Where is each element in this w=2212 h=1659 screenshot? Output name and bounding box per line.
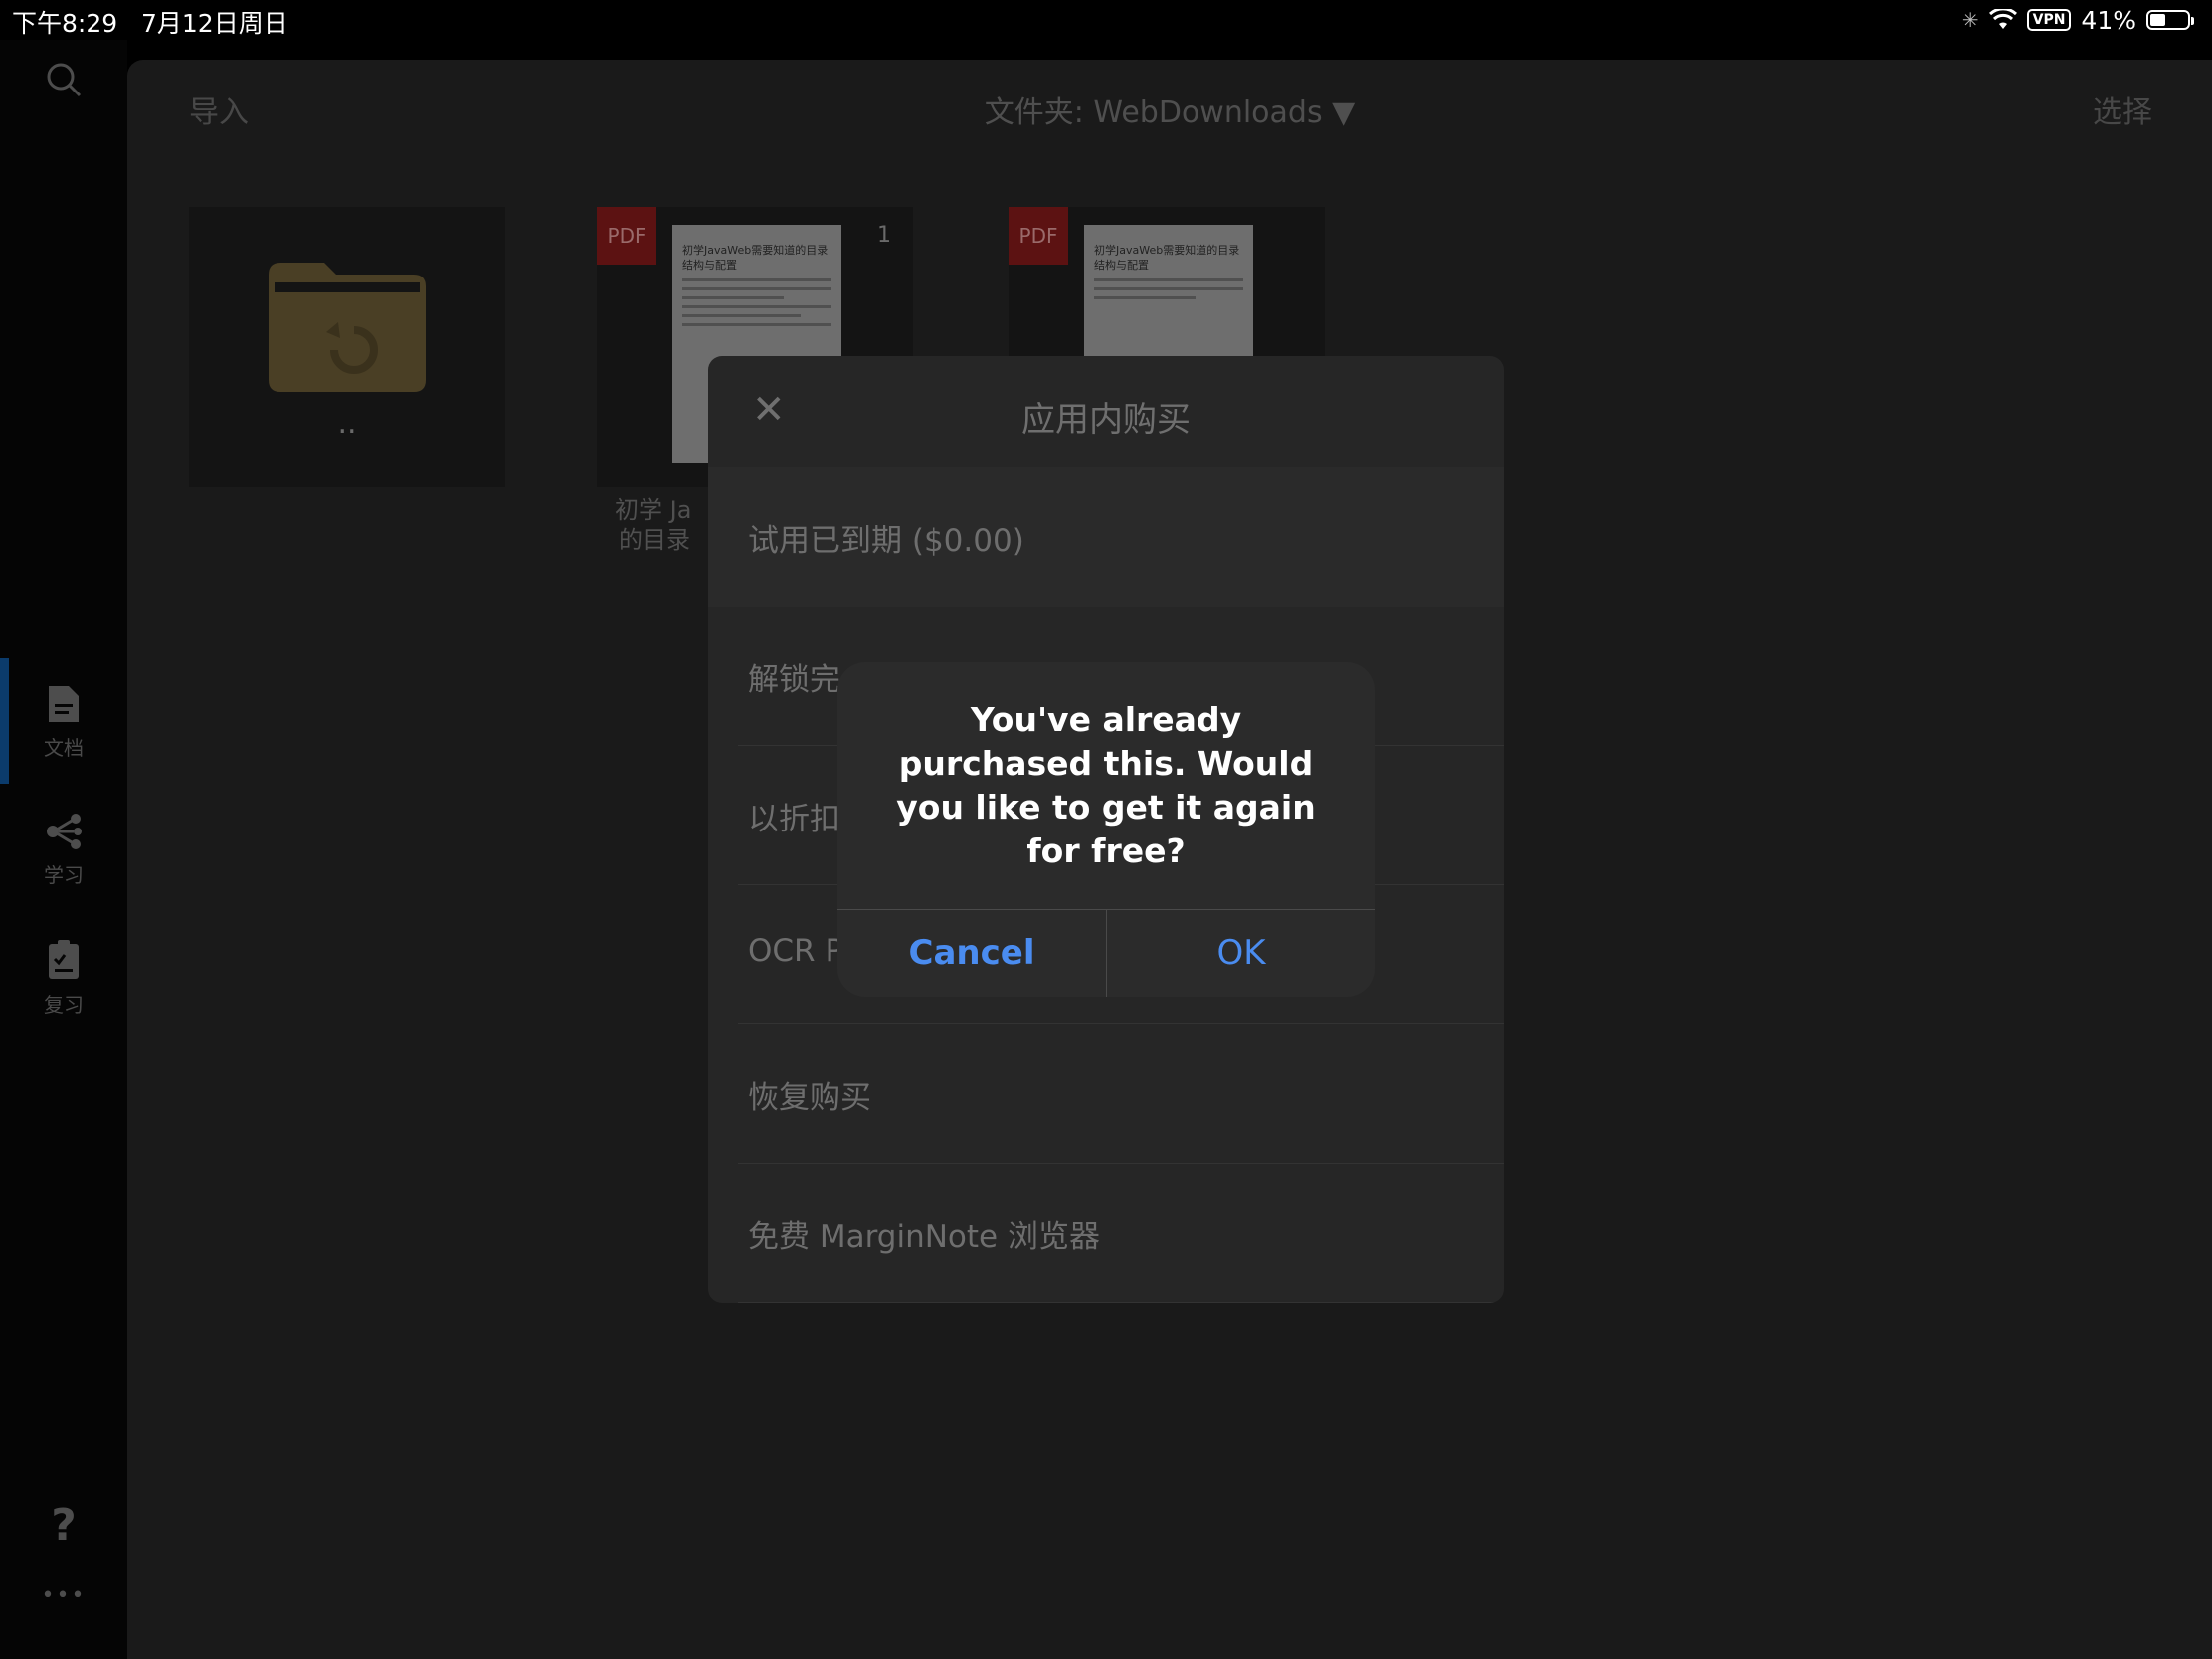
status-time: 下午8:29 7月12日周日 xyxy=(12,4,288,40)
mindmap-icon xyxy=(47,814,82,849)
thumbnail-line xyxy=(1094,278,1243,281)
battery-icon xyxy=(2146,10,2194,30)
row-label: 免费 MarginNote 浏览器 xyxy=(748,1219,1100,1255)
thumbnail-line xyxy=(1094,296,1196,299)
sheet-title: 应用内购买 xyxy=(1021,400,1191,440)
row-label: OCR P xyxy=(748,933,844,969)
page-count: 1 xyxy=(877,223,891,248)
sidebar-item-study[interactable]: 学习 xyxy=(0,812,127,888)
parent-folder-tile[interactable]: .. xyxy=(189,207,505,487)
more-button[interactable]: ••• xyxy=(0,1583,127,1608)
folder-back-icon xyxy=(269,263,426,392)
thumbnail-title: 初学JavaWeb需要知道的目录结构与配置 xyxy=(1094,244,1240,272)
wifi-icon xyxy=(1988,9,2017,29)
top-bar: 导入 文件夹: WebDownloads ▼ 选择 xyxy=(127,60,2212,151)
ok-button[interactable]: OK xyxy=(1107,910,1375,997)
purchase-row-restore[interactable]: 恢复购买 xyxy=(708,1024,1504,1164)
loading-icon: ✳ xyxy=(1961,8,1979,32)
review-clipboard-icon xyxy=(49,940,79,979)
sheet-header: ✕ 应用内购买 xyxy=(708,356,1504,468)
alert-message: You've already purchased this. Would you… xyxy=(896,700,1316,870)
time-text: 下午8:29 xyxy=(12,9,118,38)
purchase-row-trial[interactable]: 试用已到期 ($0.00) xyxy=(708,467,1504,607)
sidebar: 文档 学习 复习 ? ••• xyxy=(0,40,127,1659)
help-button[interactable]: ? xyxy=(0,1500,127,1551)
caption-line: 初学 Ja xyxy=(615,496,692,524)
battery-fill xyxy=(2150,14,2165,26)
sidebar-item-label: 文档 xyxy=(44,736,84,760)
document-icon xyxy=(49,686,79,722)
vpn-badge: VPN xyxy=(2026,9,2072,31)
parent-folder-label: .. xyxy=(337,406,357,441)
sidebar-item-label: 学习 xyxy=(44,863,84,887)
row-label: 解锁完 xyxy=(748,662,840,698)
thumbnail-line xyxy=(682,278,831,281)
purchase-row-free-browser[interactable]: 免费 MarginNote 浏览器 xyxy=(708,1164,1504,1303)
status-right: ✳ VPN 41% xyxy=(1961,4,2194,36)
pdf-badge: PDF xyxy=(597,207,656,265)
thumbnail-line xyxy=(682,305,831,308)
search-button[interactable] xyxy=(0,60,127,103)
status-bar: 下午8:29 7月12日周日 ✳ VPN 41% xyxy=(0,0,2212,40)
thumbnail-line xyxy=(1094,287,1243,290)
sidebar-item-review[interactable]: 复习 xyxy=(0,939,127,1017)
sidebar-item-documents[interactable]: 文档 xyxy=(0,684,127,761)
row-label: 以折扣 xyxy=(748,802,840,837)
already-purchased-alert: You've already purchased this. Would you… xyxy=(837,662,1375,997)
pdf-badge: PDF xyxy=(1009,207,1068,265)
thumbnail-line xyxy=(682,323,831,326)
help-icon: ? xyxy=(51,1500,77,1551)
select-button[interactable]: 选择 xyxy=(2093,88,2152,131)
row-divider xyxy=(738,1302,1504,1303)
date-text: 7月12日周日 xyxy=(140,9,288,38)
battery-percent: 41% xyxy=(2081,5,2136,35)
thumbnail-line xyxy=(682,314,801,317)
search-icon xyxy=(47,63,82,97)
thumbnail-title: 初学JavaWeb需要知道的目录结构与配置 xyxy=(682,244,829,272)
row-label: 试用已到期 ($0.00) xyxy=(748,523,1024,559)
thumbnail-line xyxy=(682,287,831,290)
sidebar-item-label: 复习 xyxy=(44,993,84,1016)
caption-line: 的目录 xyxy=(619,526,690,554)
more-icon: ••• xyxy=(41,1583,87,1608)
folder-title[interactable]: 文件夹: WebDownloads ▼ xyxy=(127,88,2212,131)
thumbnail-line xyxy=(682,296,784,299)
cancel-button[interactable]: Cancel xyxy=(837,910,1106,997)
row-label: 恢复购买 xyxy=(748,1080,871,1116)
